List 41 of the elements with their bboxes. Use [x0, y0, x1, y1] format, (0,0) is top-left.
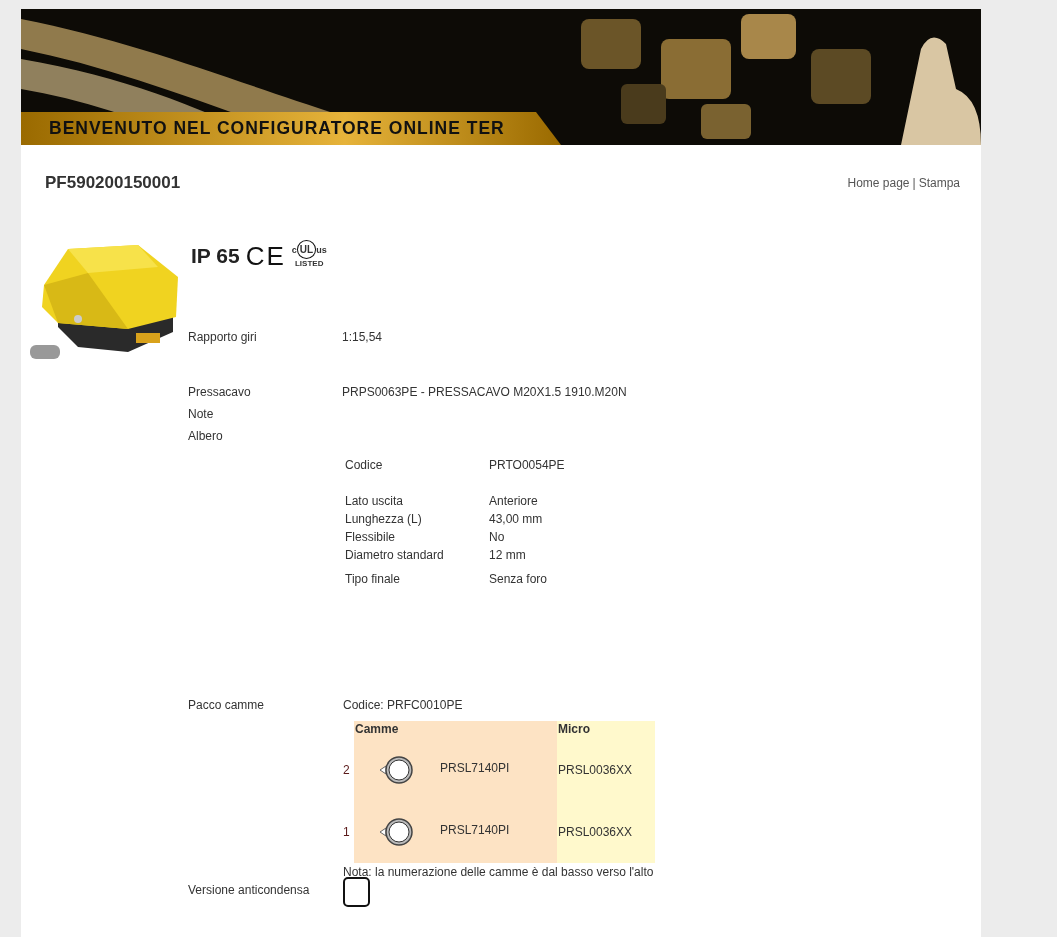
cam-number: 2 — [343, 762, 351, 779]
link-separator: | — [912, 175, 916, 190]
spec-value: Senza foro — [489, 572, 548, 586]
cam-pack-code: Codice: PRFC0010PE — [343, 698, 464, 712]
checkbox[interactable] — [343, 877, 370, 907]
spec-value: PRTO0054PE — [489, 458, 565, 472]
ul-listed-mark: c UL us LISTED — [291, 240, 327, 268]
column-header: Camme — [354, 721, 557, 739]
banner-title: BENVENUTO NEL CONFIGURATORE ONLINE TER — [49, 118, 505, 139]
cam-ring-icon — [378, 817, 416, 847]
spec-label: Pressacavo — [188, 385, 252, 399]
spec-label: Tipo finale — [345, 572, 401, 586]
spec-value: Anteriore — [489, 494, 538, 508]
table-cell: PRSL0036XX — [558, 763, 633, 777]
spec-label: Diametro standard — [345, 548, 445, 562]
spec-label: Lato uscita — [345, 494, 405, 508]
home-page-link[interactable]: Home page — [847, 175, 910, 190]
spec-value: No — [489, 530, 505, 544]
table-cell: PRSL7140PI — [440, 823, 510, 837]
spec-value: PRPS0063PE - PRESSACAVO M20X1.5 1910.M20N — [342, 385, 627, 399]
spec-value: 12 mm — [489, 548, 526, 562]
table-cell: PRSL0036XX — [558, 825, 633, 839]
ip-rating: IP 65 — [191, 244, 240, 268]
spec-label: Lunghezza (L) — [345, 512, 423, 526]
ce-mark: CE — [245, 240, 286, 272]
spec-label: Pacco camme — [188, 698, 266, 714]
spec-label: Flessibile — [345, 530, 396, 544]
print-link[interactable]: Stampa — [918, 175, 960, 190]
cam-number: 1 — [343, 824, 351, 841]
checkbox-label: Versione anticondensa — [188, 883, 311, 899]
product-code: PF590200150001 — [45, 172, 181, 193]
note-text: Nota: la numerazione delle camme è dal basso verso l'alto — [343, 865, 655, 879]
column-header: Micro — [557, 721, 655, 739]
spec-value: 43,00 mm — [489, 512, 543, 526]
table-cell: PRSL7140PI — [440, 761, 510, 775]
cam-ring-icon — [378, 755, 416, 785]
spec-value: 1:15,54 — [342, 330, 383, 344]
spec-label: Codice — [345, 458, 384, 472]
spec-label: Albero — [188, 429, 224, 443]
spec-label: Note — [188, 407, 215, 421]
spec-label: Rapporto giri — [188, 330, 258, 344]
